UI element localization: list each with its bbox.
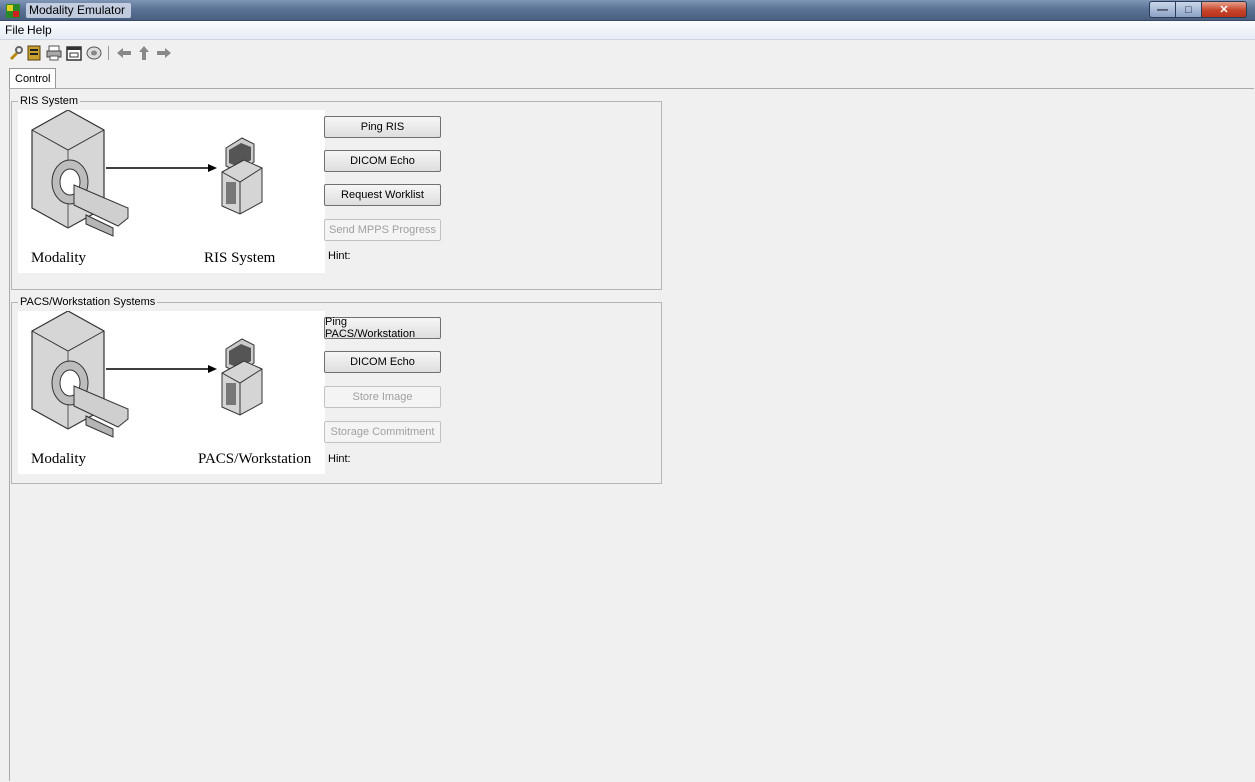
ris-modality-label: Modality	[31, 250, 86, 266]
toolbar	[0, 40, 1255, 66]
up-arrow-icon[interactable]	[136, 45, 152, 61]
request-worklist-button[interactable]: Request Worklist	[324, 184, 441, 206]
tab-control[interactable]: Control	[9, 68, 57, 89]
forward-arrow-icon[interactable]	[156, 45, 172, 61]
menu-bar: File Help	[0, 21, 1255, 40]
ris-dicom-echo-button[interactable]: DICOM Echo	[324, 150, 441, 172]
minimize-button[interactable]: —	[1149, 1, 1176, 18]
pacs-workstation-label: PACS/Workstation	[198, 451, 312, 467]
printer-icon[interactable]	[46, 45, 62, 61]
close-button[interactable]: ✕	[1202, 1, 1247, 18]
ris-system-label: RIS System	[204, 250, 276, 266]
ping-pacs-workstation-button[interactable]: Ping PACS/Workstation	[324, 316, 441, 340]
title-bar[interactable]: Modality Emulator — □ ✕	[0, 0, 1255, 21]
ris-diagram: Modality RIS System	[18, 110, 325, 273]
minimize-icon: —	[1157, 3, 1168, 16]
tools-icon[interactable]	[8, 45, 24, 61]
workstation-computer-icon	[221, 338, 263, 416]
pacs-diagram-graphic	[31, 311, 263, 438]
ris-system-group: RIS System Modality RIS System Ping RIS …	[11, 95, 662, 290]
pacs-hint-label: Hint:	[328, 453, 351, 465]
maximize-button[interactable]: □	[1176, 1, 1202, 18]
maximize-icon: □	[1185, 3, 1192, 16]
toolbar-separator	[108, 46, 109, 60]
ris-hint-label: Hint:	[328, 250, 351, 262]
ping-ris-button[interactable]: Ping RIS	[324, 116, 441, 138]
pacs-workstation-group: PACS/Workstation Systems Modality PACS/W…	[11, 296, 662, 484]
close-icon: ✕	[1219, 4, 1229, 16]
notebook-icon[interactable]	[26, 45, 42, 61]
menu-help[interactable]: Help	[27, 23, 52, 37]
disc-icon[interactable]	[86, 45, 102, 61]
pacs-group-title: PACS/Workstation Systems	[18, 296, 158, 308]
window-title: Modality Emulator	[26, 3, 132, 18]
send-mpps-progress-button[interactable]: Send MPPS Progress	[324, 219, 441, 241]
workstation-computer-icon	[221, 137, 263, 215]
calendar-icon[interactable]	[66, 45, 82, 61]
pacs-diagram: Modality PACS/Workstation	[18, 311, 325, 474]
pacs-modality-label: Modality	[31, 451, 86, 467]
ris-diagram-graphic	[31, 110, 263, 237]
modality-scanner-icon	[31, 110, 129, 237]
store-image-button[interactable]: Store Image	[324, 386, 441, 408]
menu-file[interactable]: File	[5, 23, 24, 37]
pacs-dicom-echo-button[interactable]: DICOM Echo	[324, 351, 441, 373]
back-arrow-icon[interactable]	[116, 45, 132, 61]
storage-commitment-button[interactable]: Storage Commitment	[324, 421, 441, 443]
modality-app-icon	[6, 4, 20, 18]
modality-scanner-icon	[31, 311, 129, 438]
ris-group-title: RIS System	[18, 95, 81, 107]
